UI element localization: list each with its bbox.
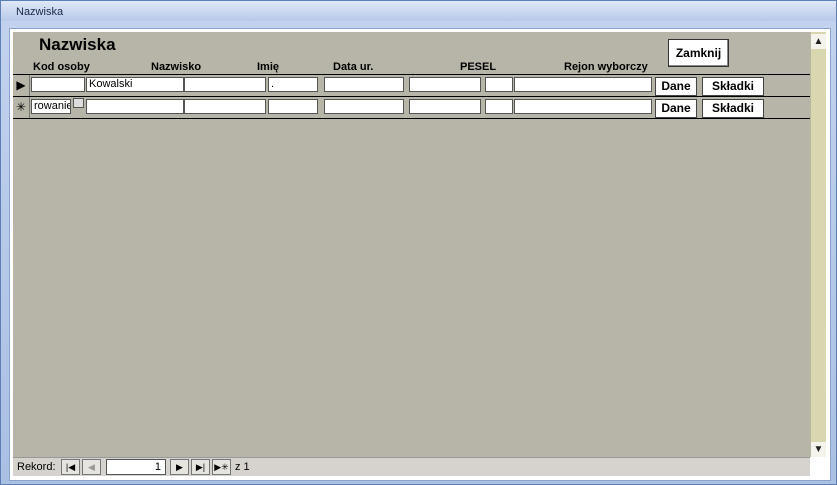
rejon-code-field[interactable] — [485, 77, 513, 92]
pesel-field[interactable] — [409, 77, 481, 92]
table-row-new[interactable]: ✳ rowanie) Dane Składki — [13, 96, 810, 119]
skladki-button[interactable]: Składki — [702, 99, 764, 118]
rejon-wyborczy-field[interactable] — [514, 77, 652, 92]
rejon-wyborczy-field[interactable] — [514, 99, 652, 114]
rejon-code-field[interactable] — [485, 99, 513, 114]
window-title: Nazwiska — [16, 6, 64, 18]
data-ur-field[interactable] — [324, 99, 404, 114]
new-record-icon[interactable]: ▶✳ — [212, 459, 231, 475]
column-header-rejon: Rejon wyborczy — [564, 61, 648, 73]
data-ur-field[interactable] — [324, 77, 404, 92]
dane-button[interactable]: Dane — [655, 77, 697, 96]
last-record-icon[interactable]: ▶| — [191, 459, 210, 475]
previous-record-icon[interactable]: ◀ — [82, 459, 101, 475]
record-selector-new[interactable]: ✳ — [13, 97, 30, 118]
imie-field[interactable]: . — [268, 77, 318, 92]
checkbox-icon[interactable] — [73, 98, 84, 108]
form-body: Nazwiska Kod osoby Nazwisko Imię Data ur… — [13, 32, 810, 457]
nazwisko-extra-field[interactable] — [184, 77, 266, 92]
column-header-nazwisko: Nazwisko — [151, 61, 202, 73]
imie-field[interactable] — [268, 99, 318, 114]
column-header-data: Data ur. — [333, 61, 374, 73]
scroll-down-arrow-icon[interactable]: ▼ — [811, 442, 826, 457]
pesel-field[interactable] — [409, 99, 481, 114]
next-record-icon[interactable]: ▶ — [170, 459, 189, 475]
table-row[interactable]: ▶ Kowalski . Dane Składki — [13, 74, 810, 96]
record-navigation-bar: Rekord: |◀ ◀ 1 ▶ ▶| ▶✳ z 1 — [13, 457, 810, 476]
column-header-imie: Imię — [257, 61, 280, 73]
form-heading: Nazwiska — [39, 35, 116, 54]
record-selector-current[interactable]: ▶ — [13, 75, 30, 96]
column-header-kod: Kod osoby — [33, 61, 90, 73]
record-number-input[interactable]: 1 — [106, 459, 166, 475]
nazwisko-field[interactable] — [86, 99, 184, 114]
form-header: Nazwiska Kod osoby Nazwisko Imię Data ur… — [13, 32, 810, 74]
kod-osoby-field[interactable] — [31, 77, 85, 92]
close-button[interactable]: Zamknij — [668, 39, 729, 67]
first-record-icon[interactable]: |◀ — [61, 459, 80, 475]
column-header-pesel: PESEL — [460, 61, 497, 73]
record-label: Rekord: — [17, 461, 56, 473]
scroll-up-arrow-icon[interactable]: ▲ — [811, 34, 826, 49]
nazwisko-field[interactable]: Kowalski — [86, 77, 184, 92]
skladki-button[interactable]: Składki — [702, 77, 764, 96]
vertical-scrollbar[interactable]: ▲ ▼ — [810, 32, 826, 457]
title-bar: Nazwiska — [1, 1, 836, 21]
record-count: z 1 — [235, 461, 250, 473]
kod-osoby-field[interactable]: rowanie) — [31, 99, 71, 114]
nazwisko-extra-field[interactable] — [184, 99, 266, 114]
dane-button[interactable]: Dane — [655, 99, 697, 118]
